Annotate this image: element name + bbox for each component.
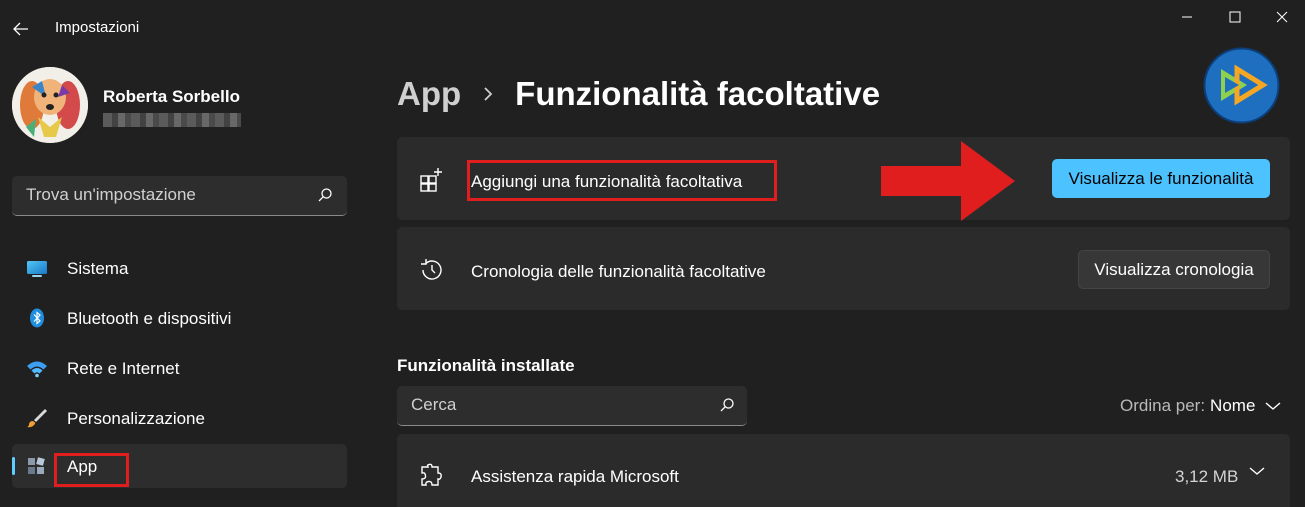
list-item[interactable]: Assistenza rapida Microsoft 3,12 MB: [397, 434, 1290, 507]
feature-size: 3,12 MB: [1175, 467, 1239, 486]
user-email-redacted: [103, 113, 241, 127]
apps-icon: [28, 457, 45, 474]
site-logo: [1203, 47, 1280, 124]
settings-search-input[interactable]: [12, 176, 312, 214]
chevron-down-icon: [1265, 401, 1281, 411]
maximize-button[interactable]: [1212, 0, 1258, 34]
sidebar-item-sistema[interactable]: Sistema: [12, 246, 347, 290]
sort-label: Ordina per:: [1120, 396, 1206, 415]
annotation-arrow: [881, 141, 1015, 221]
sort-dropdown[interactable]: Ordina per: Nome: [1120, 396, 1281, 416]
sidebar-item-label: Personalizzazione: [67, 409, 205, 428]
avatar[interactable]: [12, 67, 88, 143]
sidebar-item-label: Rete e Internet: [67, 359, 180, 378]
dog-avatar-image: [12, 67, 88, 143]
history-icon: [421, 259, 442, 280]
view-features-button[interactable]: Visualizza le funzionalità: [1052, 159, 1270, 198]
bluetooth-icon: [30, 308, 44, 328]
chevron-down-icon[interactable]: [1249, 466, 1265, 476]
history-card: Cronologia delle funzionalità facoltativ…: [397, 227, 1290, 310]
window-title: Impostazioni: [55, 19, 140, 36]
search-icon[interactable]: [719, 397, 735, 413]
feature-name: Assistenza rapida Microsoft: [471, 467, 679, 486]
installed-search-input[interactable]: [397, 386, 707, 424]
title-bar: Impostazioni: [0, 0, 1305, 44]
close-icon: [1276, 11, 1288, 23]
close-button[interactable]: [1259, 0, 1305, 34]
brush-icon: [27, 409, 47, 428]
view-history-button[interactable]: Visualizza cronologia: [1078, 250, 1270, 289]
maximize-icon: [1229, 11, 1241, 23]
sidebar-item-bluetooth[interactable]: Bluetooth e dispositivi: [12, 296, 347, 340]
breadcrumb: App Funzionalità facoltative: [397, 72, 880, 116]
settings-search-box[interactable]: [12, 176, 347, 216]
puzzle-icon: [421, 463, 442, 486]
chevron-right-icon: [483, 86, 493, 102]
page-title: Funzionalità facoltative: [515, 75, 881, 112]
installed-features-title: Funzionalità installate: [397, 356, 575, 375]
minimize-button[interactable]: [1164, 0, 1210, 34]
active-indicator: [12, 457, 15, 475]
breadcrumb-parent[interactable]: App: [397, 75, 461, 113]
sidebar-item-rete[interactable]: Rete e Internet: [12, 346, 347, 390]
user-name: Roberta Sorbello: [103, 87, 240, 106]
search-icon[interactable]: [317, 187, 333, 203]
sidebar-item-label: Bluetooth e dispositivi: [67, 309, 232, 328]
sidebar-item-personalizzazione[interactable]: Personalizzazione: [12, 396, 347, 440]
monitor-icon: [27, 261, 47, 277]
annotation-highlight-box: [467, 160, 777, 201]
back-arrow-icon: [13, 22, 28, 36]
installed-search-box[interactable]: [397, 386, 747, 426]
add-apps-icon: [420, 168, 442, 192]
wifi-icon: [27, 361, 47, 378]
annotation-highlight-box: [54, 453, 129, 487]
history-label: Cronologia delle funzionalità facoltativ…: [471, 262, 766, 281]
sidebar-item-label: Sistema: [67, 259, 129, 278]
back-button[interactable]: [6, 14, 36, 44]
minimize-icon: [1182, 16, 1192, 18]
sort-value: Nome: [1210, 396, 1256, 415]
